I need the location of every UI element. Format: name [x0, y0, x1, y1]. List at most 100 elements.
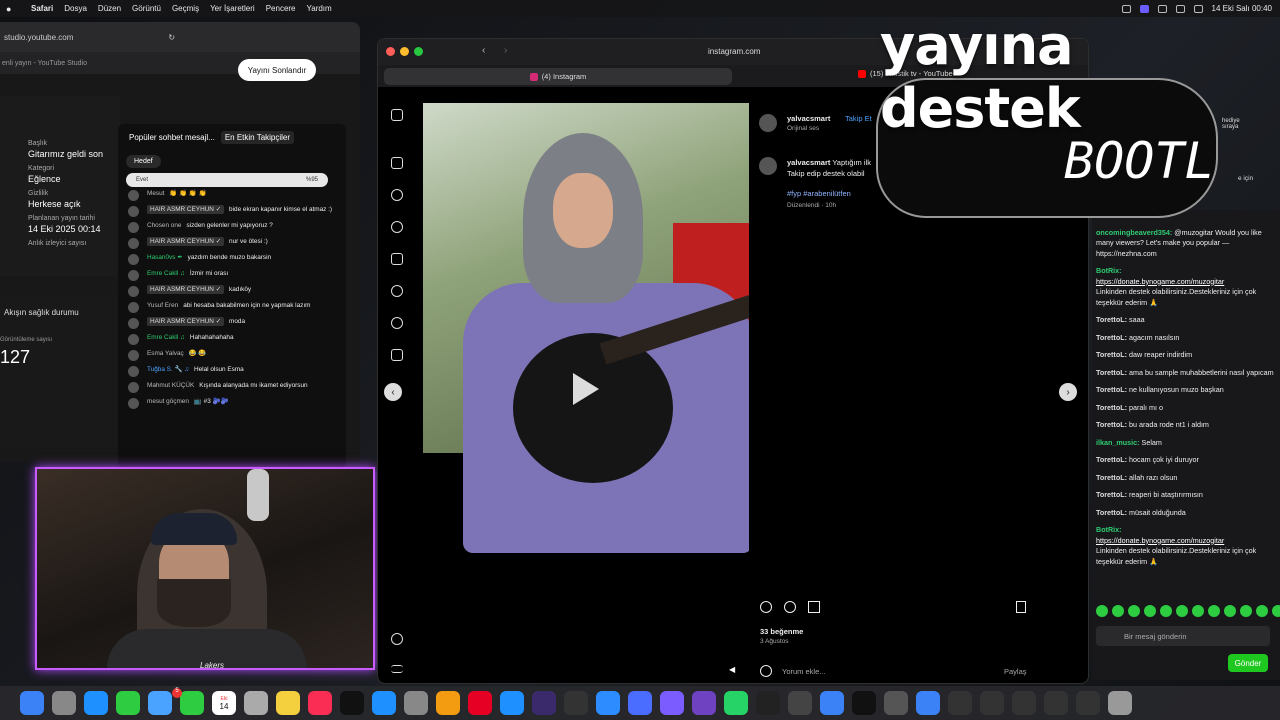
reels-icon[interactable]: [391, 253, 403, 265]
menu-file[interactable]: Dosya: [64, 4, 87, 13]
twitch-username[interactable]: ilkan_music:: [1096, 438, 1140, 447]
window-thumb[interactable]: [1012, 691, 1036, 715]
app-icon[interactable]: [692, 691, 716, 715]
comment-icon[interactable]: [784, 601, 796, 613]
menu-edit[interactable]: Düzen: [98, 4, 121, 13]
avatar[interactable]: [128, 190, 139, 201]
notes-icon[interactable]: [276, 691, 300, 715]
trash-icon[interactable]: [1108, 691, 1132, 715]
twitch-username[interactable]: TorettoL:: [1096, 455, 1127, 464]
yt-tab[interactable]: enli yayın - YouTube Studio: [2, 60, 87, 67]
twitch-username[interactable]: oncomingbeaverd354:: [1096, 228, 1172, 237]
threads-icon[interactable]: [391, 633, 403, 645]
minimize-icon[interactable]: [400, 47, 409, 56]
end-stream-button[interactable]: Yayını Sonlandır: [238, 59, 316, 81]
emote-icon[interactable]: [1208, 605, 1220, 617]
author-name[interactable]: HAIR ASMR CEYHUN ✓: [147, 317, 225, 326]
window-thumb[interactable]: [1044, 691, 1068, 715]
contacts-icon[interactable]: [244, 691, 268, 715]
facetime-icon[interactable]: [180, 691, 204, 715]
pages-icon[interactable]: [436, 691, 460, 715]
author-name[interactable]: Yusuf Eren: [147, 302, 178, 309]
author-name[interactable]: Mesut: [147, 190, 164, 197]
whatsapp-icon[interactable]: [724, 691, 748, 715]
avatar[interactable]: [128, 382, 139, 393]
app-icon[interactable]: [660, 691, 684, 715]
author-avatar[interactable]: [759, 114, 777, 132]
obs-icon[interactable]: [884, 691, 908, 715]
emote-icon[interactable]: [1160, 605, 1172, 617]
menu-view[interactable]: Görüntü: [132, 4, 161, 13]
chat-mode[interactable]: Popüler sohbet mesajl...: [129, 133, 215, 142]
twitch-username[interactable]: TorettoL:: [1096, 368, 1127, 377]
avatar[interactable]: [128, 318, 139, 329]
screen-icon[interactable]: [1121, 4, 1131, 13]
twitch-username[interactable]: BotRix:: [1096, 525, 1122, 534]
chat-input[interactable]: Bir mesaj gönderin: [1096, 626, 1270, 646]
share-comment-button[interactable]: Paylaş: [1004, 667, 1027, 676]
twitch-username[interactable]: TorettoL:: [1096, 385, 1127, 394]
like-icon[interactable]: [760, 601, 772, 613]
play-icon[interactable]: [573, 373, 599, 405]
recording-icon[interactable]: [1139, 4, 1149, 13]
avatar[interactable]: [128, 302, 139, 313]
folder-icon[interactable]: [916, 691, 940, 715]
send-button[interactable]: Gönder: [1228, 654, 1268, 672]
app-icon[interactable]: [628, 691, 652, 715]
comment-input[interactable]: Yorum ekle...: [782, 667, 826, 676]
twitch-username[interactable]: TorettoL:: [1096, 350, 1127, 359]
share-icon[interactable]: [808, 601, 820, 613]
explore-icon[interactable]: [391, 221, 403, 233]
author-name[interactable]: HAIR ASMR CEYHUN ✓: [147, 237, 225, 246]
author-name[interactable]: HAIR ASMR CEYHUN ✓: [147, 285, 225, 294]
zoom-icon[interactable]: [414, 47, 423, 56]
emote-icon[interactable]: [1096, 605, 1108, 617]
finder-icon[interactable]: [20, 691, 44, 715]
twitch-username[interactable]: TorettoL:: [1096, 508, 1127, 517]
author-name[interactable]: yalvacsmart: [787, 114, 830, 123]
emote-icon[interactable]: [1272, 605, 1280, 617]
author-name[interactable]: Esma Yalvaç: [147, 350, 184, 357]
window-thumb[interactable]: [980, 691, 1004, 715]
twitch-username[interactable]: TorettoL:: [1096, 473, 1127, 482]
ig-url[interactable]: instagram.com: [708, 47, 760, 56]
close-icon[interactable]: [386, 47, 395, 56]
menu-app[interactable]: Safari: [31, 4, 53, 13]
top-supporters-chip[interactable]: En Etkin Takipçiler: [220, 130, 295, 144]
likes-count[interactable]: 33 beğenme: [760, 627, 803, 636]
author-name[interactable]: mesut göçmen: [147, 398, 189, 405]
menu-help[interactable]: Yardım: [307, 4, 332, 13]
prev-post-button[interactable]: ‹: [384, 383, 402, 401]
music-icon[interactable]: [308, 691, 332, 715]
twitch-username[interactable]: TorettoL:: [1096, 420, 1127, 429]
author-name[interactable]: Emre Cakll ♫: [147, 334, 185, 341]
home-icon[interactable]: [391, 157, 403, 169]
emoji-icon[interactable]: [760, 665, 772, 677]
avatar[interactable]: [128, 270, 139, 281]
twitch-username[interactable]: TorettoL:: [1096, 333, 1127, 342]
capcut-icon[interactable]: [852, 691, 876, 715]
menubar-clock[interactable]: 14 Eki Salı 00:40: [1212, 4, 1272, 13]
create-icon[interactable]: [391, 349, 403, 361]
emote-icon[interactable]: [1176, 605, 1188, 617]
menu-window[interactable]: Pencere: [266, 4, 296, 13]
avatar[interactable]: [128, 350, 139, 361]
heart-icon[interactable]: [391, 317, 403, 329]
app-icon[interactable]: [532, 691, 556, 715]
browser-icon[interactable]: [500, 691, 524, 715]
safari-icon[interactable]: [84, 691, 108, 715]
emote-icon[interactable]: [1144, 605, 1156, 617]
poll-bar[interactable]: Evet %95: [126, 173, 328, 187]
reel-video[interactable]: ◀: [423, 103, 749, 683]
twitch-username[interactable]: TorettoL:: [1096, 315, 1127, 324]
back-icon[interactable]: ‹: [482, 45, 485, 56]
goal-chip[interactable]: Hedef: [126, 155, 161, 168]
emote-icon[interactable]: [1224, 605, 1236, 617]
settings-icon[interactable]: [404, 691, 428, 715]
emote-icon[interactable]: [1128, 605, 1140, 617]
window-thumb[interactable]: [948, 691, 972, 715]
battery-icon[interactable]: [1157, 4, 1167, 13]
author-name[interactable]: Chosen one: [147, 222, 181, 229]
audio-label[interactable]: Orijinal ses: [787, 125, 819, 132]
author-name[interactable]: Tuğba S. 🔧 ♫: [147, 366, 189, 373]
